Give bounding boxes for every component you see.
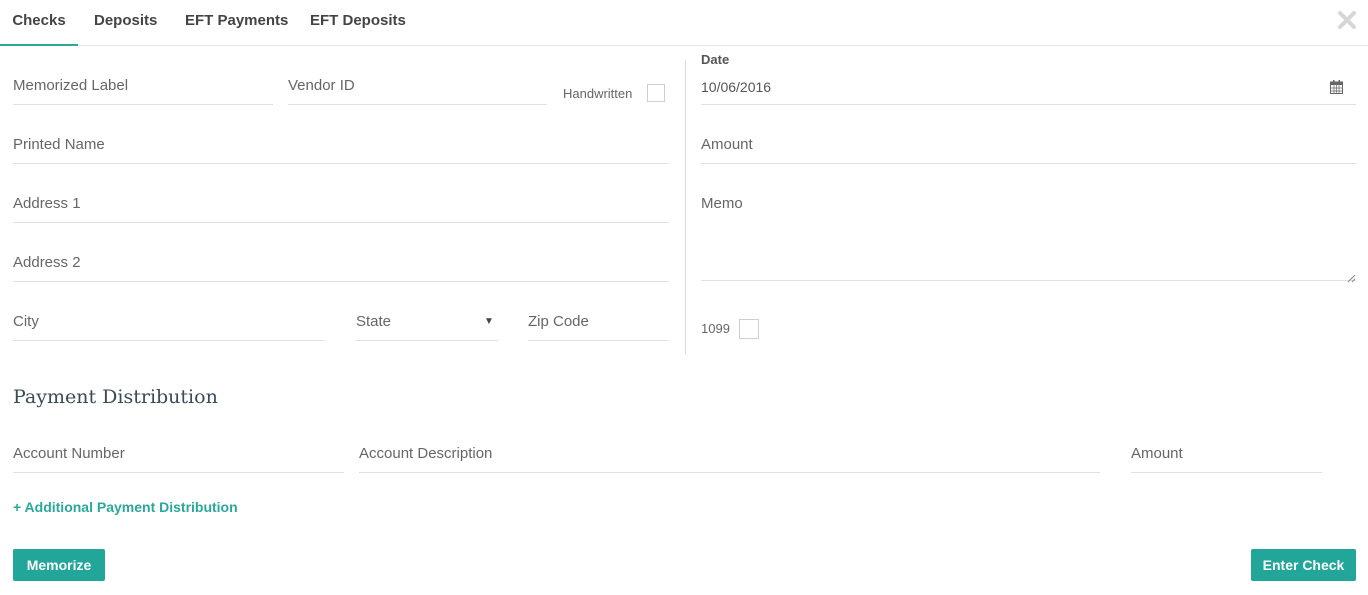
resize-handle-icon[interactable] <box>1346 270 1356 283</box>
address2-field[interactable]: Address 2 <box>13 245 669 282</box>
account-number-placeholder: Account Number <box>13 445 125 462</box>
tab-deposits[interactable]: Deposits <box>94 0 157 44</box>
address2-placeholder: Address 2 <box>13 254 81 271</box>
chevron-down-icon: ▼ <box>484 316 494 327</box>
handwritten-checkbox[interactable] <box>647 84 665 102</box>
label-1099: 1099 <box>701 321 730 336</box>
zip-code-field[interactable]: Zip Code <box>528 304 669 341</box>
address1-field[interactable]: Address 1 <box>13 186 669 223</box>
tab-eft-deposits[interactable]: EFT Deposits <box>310 0 406 44</box>
printed-name-placeholder: Printed Name <box>13 136 105 153</box>
payment-distribution-title: Payment Distribution <box>13 386 218 408</box>
checkbox-1099[interactable] <box>739 319 759 339</box>
account-description-field[interactable]: Account Description <box>359 436 1100 473</box>
distribution-amount-placeholder: Amount <box>1131 445 1183 462</box>
additional-payment-distribution-link[interactable]: + Additional Payment Distribution <box>13 499 238 515</box>
memorized-label-placeholder: Memorized Label <box>13 77 129 94</box>
calendar-icon[interactable] <box>1330 80 1343 99</box>
city-placeholder: City <box>13 313 39 330</box>
vendor-id-field[interactable]: Vendor ID <box>288 68 547 105</box>
handwritten-label: Handwritten <box>563 86 633 101</box>
tab-checks[interactable]: Checks <box>0 0 78 46</box>
memorize-button[interactable]: Memorize <box>13 549 105 581</box>
account-description-placeholder: Account Description <box>359 445 493 462</box>
state-select[interactable]: State <box>356 304 498 341</box>
tab-bar: Checks Deposits EFT Payments EFT Deposit… <box>0 0 1368 46</box>
distribution-amount-field[interactable]: Amount <box>1131 436 1322 473</box>
date-value: 10/06/2016 <box>701 79 772 95</box>
amount-field[interactable]: Amount <box>701 127 1356 164</box>
vendor-id-placeholder: Vendor ID <box>288 77 355 94</box>
address1-placeholder: Address 1 <box>13 195 81 212</box>
amount-placeholder: Amount <box>701 136 753 153</box>
city-field[interactable]: City <box>13 304 325 341</box>
memorized-label-field[interactable]: Memorized Label <box>13 68 273 105</box>
column-divider <box>685 60 686 354</box>
date-label: Date <box>701 52 730 67</box>
state-placeholder: State <box>356 313 392 330</box>
close-icon[interactable] <box>1337 10 1359 32</box>
printed-name-field[interactable]: Printed Name <box>13 127 669 164</box>
zip-code-placeholder: Zip Code <box>528 313 589 330</box>
tab-eft-payments[interactable]: EFT Payments <box>185 0 288 44</box>
memo-textarea[interactable]: Memo <box>701 184 1356 283</box>
memo-placeholder: Memo <box>701 195 743 212</box>
account-number-field[interactable]: Account Number <box>13 436 344 473</box>
date-field[interactable]: 10/06/2016 <box>701 68 1356 105</box>
enter-check-button[interactable]: Enter Check <box>1251 549 1356 581</box>
